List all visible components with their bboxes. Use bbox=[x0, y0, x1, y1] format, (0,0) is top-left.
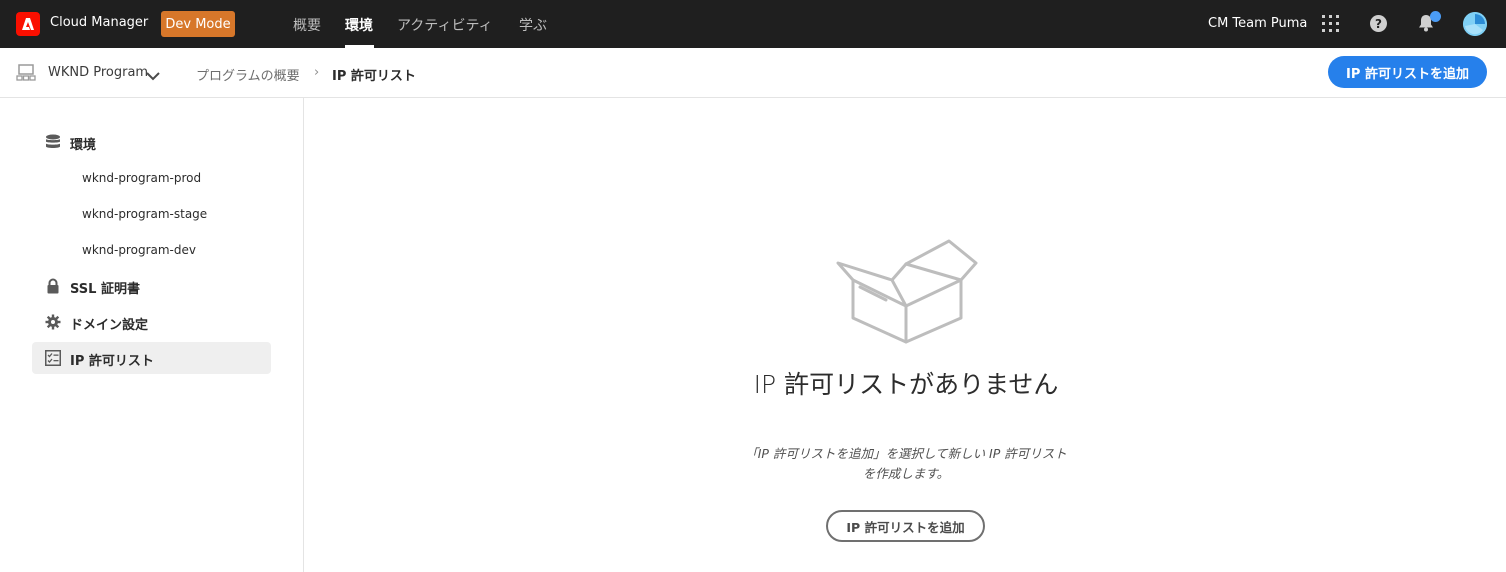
sidebar-env-dev[interactable]: wknd-program-dev bbox=[82, 243, 196, 257]
sidebar-item-environments[interactable]: 環境 bbox=[32, 126, 271, 158]
sidebar-item-label: SSL 証明書 bbox=[70, 282, 140, 297]
help-icon[interactable]: ? bbox=[1370, 15, 1387, 32]
tab-activity[interactable]: アクティビティ bbox=[397, 15, 493, 35]
team-name[interactable]: CM Team Puma bbox=[1208, 16, 1307, 31]
sidebar-env-prod[interactable]: wknd-program-prod bbox=[82, 171, 201, 185]
checklist-icon bbox=[45, 350, 61, 366]
app-switcher-icon[interactable] bbox=[1322, 15, 1339, 32]
sidebar-item-label: 環境 bbox=[70, 138, 97, 153]
empty-box-icon bbox=[830, 236, 982, 352]
gear-icon bbox=[45, 314, 61, 330]
tab-overview[interactable]: 概要 bbox=[293, 15, 321, 35]
avatar[interactable] bbox=[1463, 12, 1487, 36]
empty-state-description: 「IP 許可リストを追加」を選択して新しい IP 許可リストを作成します。 bbox=[745, 446, 1067, 481]
sidebar: 環境 wknd-program-prod wknd-program-stage … bbox=[0, 98, 304, 572]
database-icon bbox=[45, 134, 61, 150]
lock-icon bbox=[45, 278, 61, 294]
top-navigation-bar: Cloud Manager Dev Mode 概要 環境 アクティビティ 学ぶ … bbox=[0, 0, 1506, 48]
breadcrumb-program-overview[interactable]: プログラムの概要 bbox=[196, 65, 300, 84]
sidebar-item-ssl[interactable]: SSL 証明書 bbox=[32, 270, 271, 302]
add-ip-allow-list-button[interactable]: IP 許可リストを追加 bbox=[1328, 56, 1487, 88]
dev-mode-badge: Dev Mode bbox=[161, 11, 235, 37]
app-title[interactable]: Cloud Manager bbox=[50, 15, 148, 30]
sidebar-item-label: IP 許可リスト bbox=[70, 354, 154, 369]
sidebar-item-domain[interactable]: ドメイン設定 bbox=[32, 306, 271, 338]
add-ip-allow-list-button-secondary[interactable]: IP 許可リストを追加 bbox=[826, 510, 985, 542]
tab-learn[interactable]: 学ぶ bbox=[519, 15, 547, 35]
sidebar-env-stage[interactable]: wknd-program-stage bbox=[82, 207, 207, 221]
program-icon bbox=[16, 64, 36, 86]
tab-environments[interactable]: 環境 bbox=[345, 15, 373, 35]
chevron-down-icon[interactable] bbox=[146, 66, 160, 85]
notification-dot bbox=[1430, 11, 1441, 22]
empty-state-title: IP 許可リストがありません bbox=[753, 370, 1059, 399]
breadcrumb-current: IP 許可リスト bbox=[332, 69, 416, 84]
program-bar: WKND Program プログラムの概要 › IP 許可リスト IP 許可リス… bbox=[0, 48, 1506, 98]
sidebar-item-ip-allow-list[interactable]: IP 許可リスト bbox=[32, 342, 271, 374]
adobe-logo-icon[interactable] bbox=[16, 12, 40, 36]
sidebar-item-label: ドメイン設定 bbox=[70, 318, 149, 333]
program-selector[interactable]: WKND Program bbox=[48, 65, 148, 80]
breadcrumb-separator-icon: › bbox=[314, 65, 320, 80]
